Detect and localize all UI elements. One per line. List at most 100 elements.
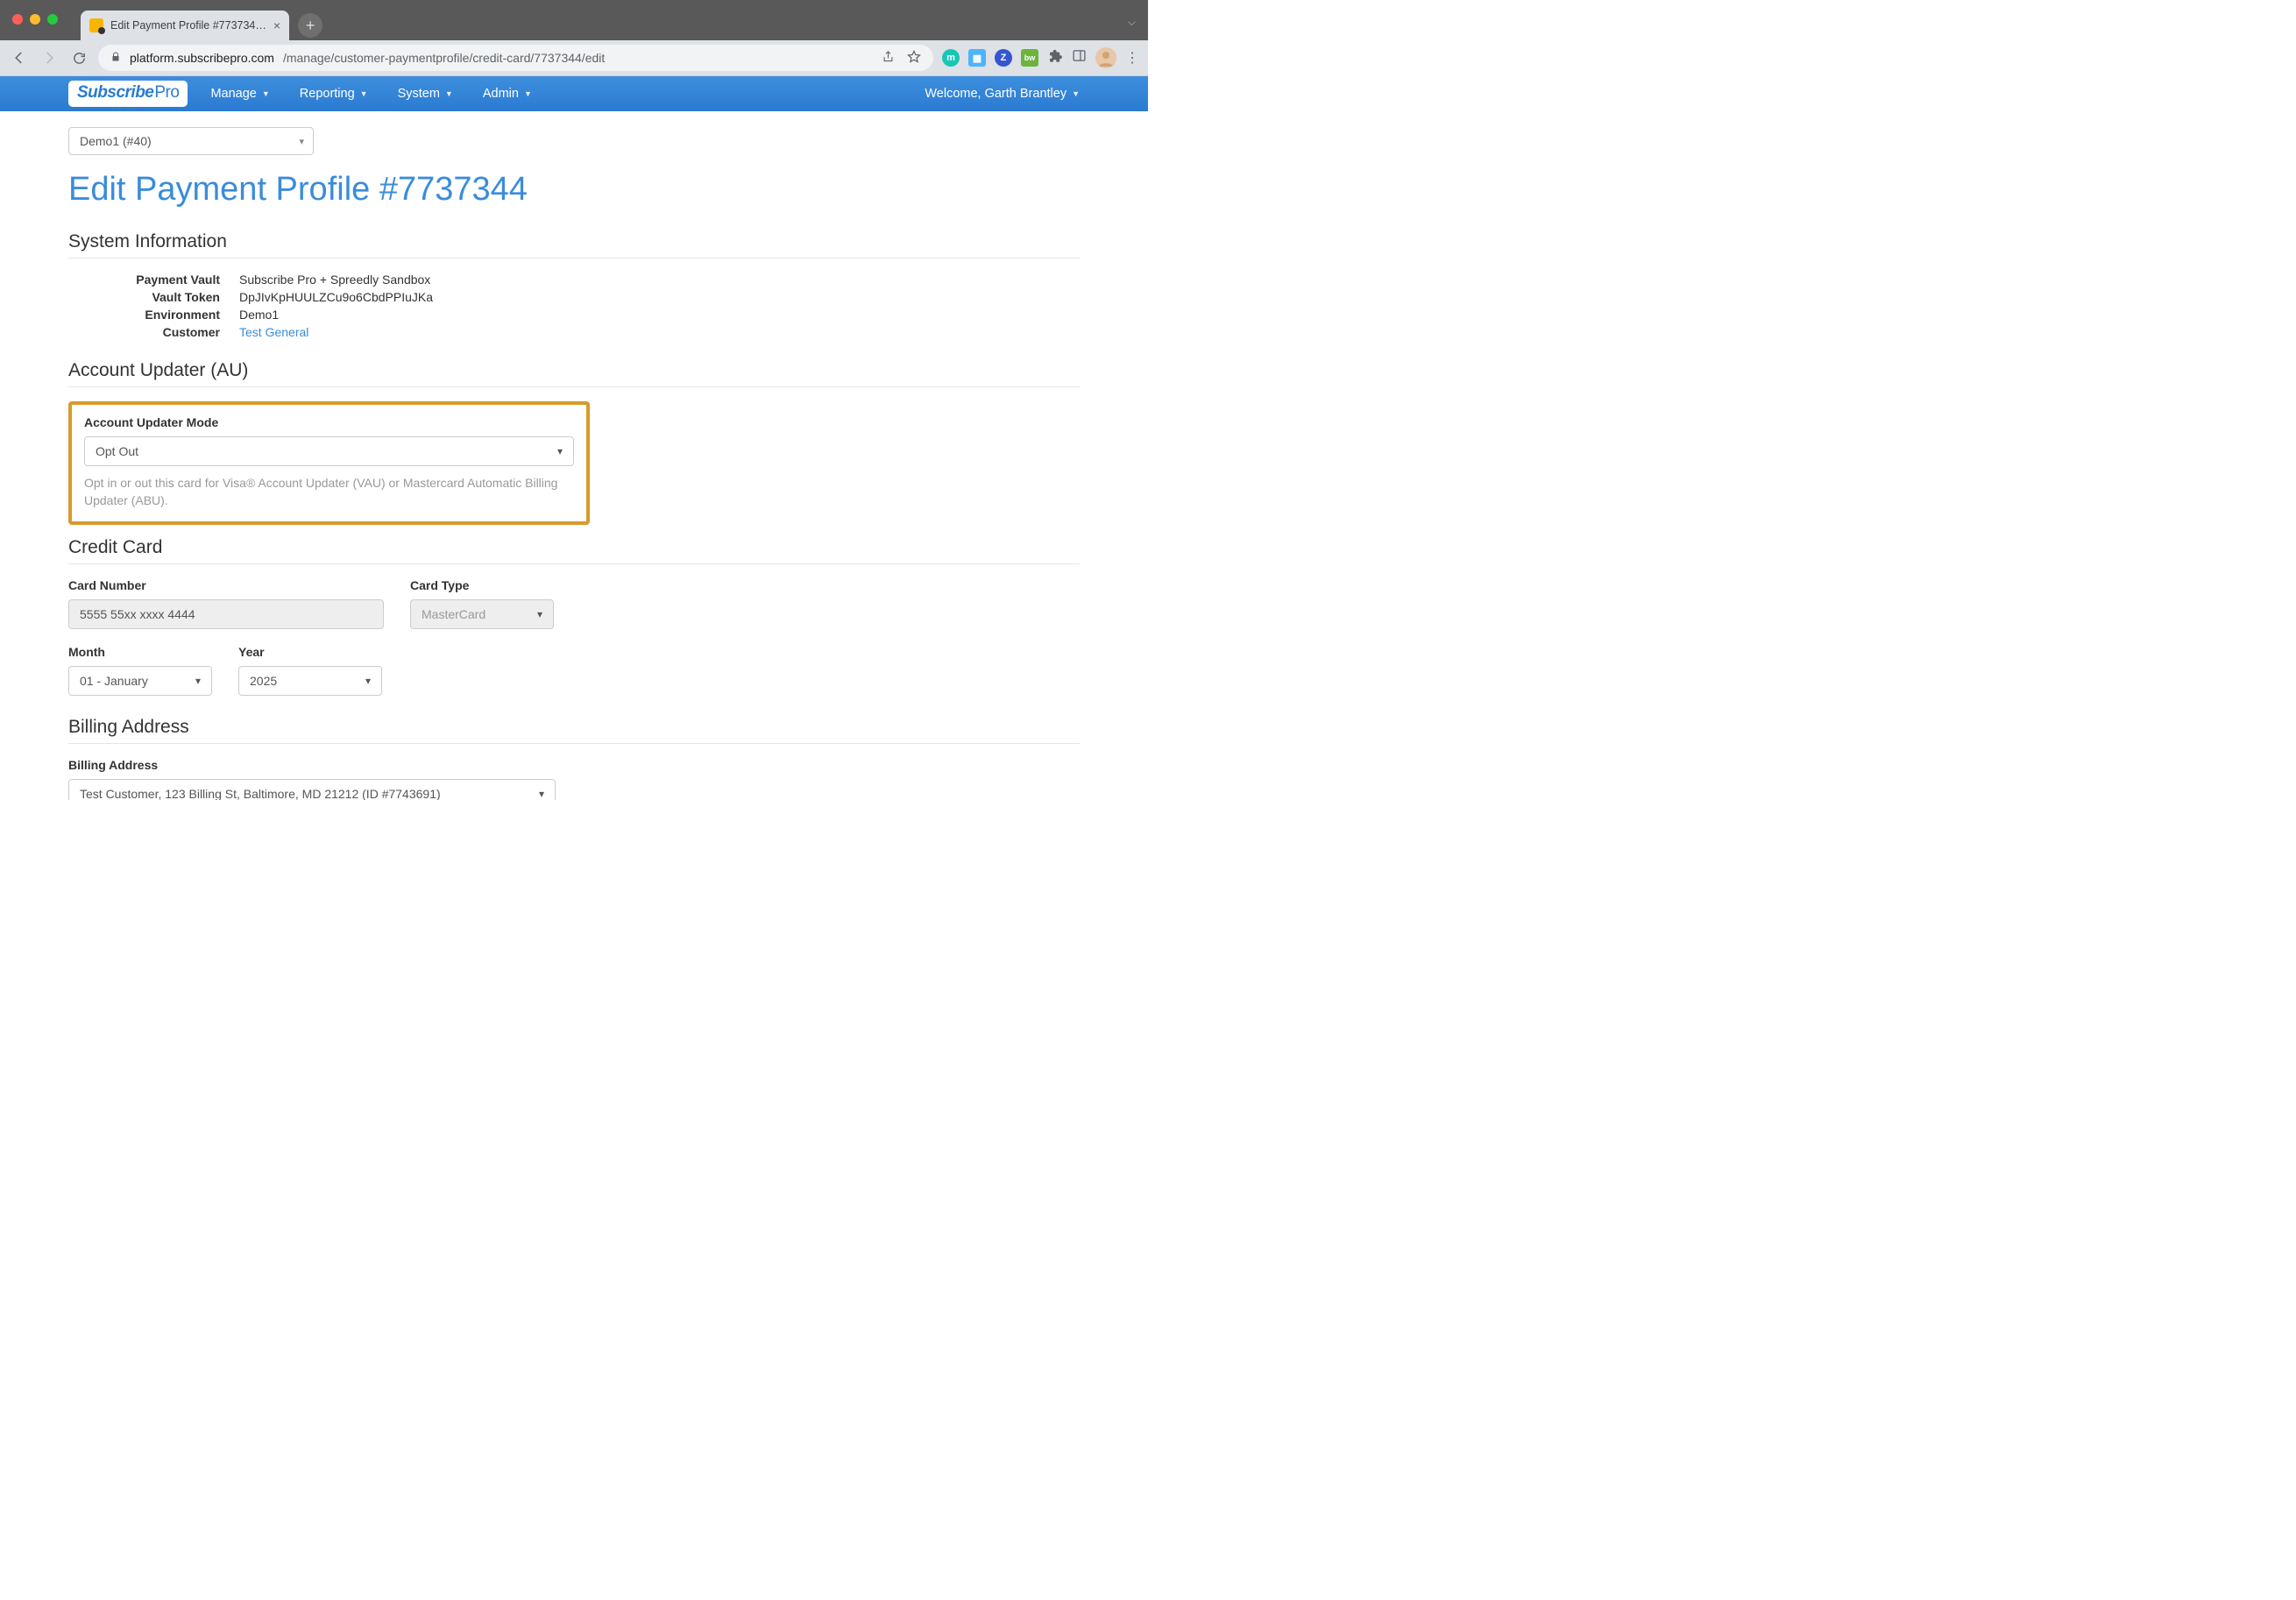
au-mode-label: Account Updater Mode bbox=[84, 415, 574, 429]
nav-item-reporting[interactable]: Reporting ▼ bbox=[293, 87, 375, 101]
section-title-system-info: System Information bbox=[68, 231, 1080, 258]
cc-row-1: Card Number Card Type MasterCard bbox=[68, 578, 1080, 629]
au-mode-value: Opt Out bbox=[96, 444, 138, 458]
billing-address-value: Test Customer, 123 Billing St, Baltimore… bbox=[80, 787, 441, 800]
side-panel-icon[interactable] bbox=[1072, 48, 1087, 67]
info-label: Environment bbox=[68, 308, 239, 322]
window-chrome: Edit Payment Profile #773734… × + ⌵ bbox=[0, 0, 1148, 40]
account-updater-highlight: Account Updater Mode Opt Out Opt in or o… bbox=[68, 401, 590, 525]
chevron-down-icon: ▼ bbox=[262, 89, 270, 98]
month-label: Month bbox=[68, 645, 212, 659]
page-viewport[interactable]: SubscribePro Manage▼ Reporting▼ System▼ … bbox=[0, 75, 1148, 800]
nav-item-manage[interactable]: Manage ▼ bbox=[203, 87, 276, 101]
chevron-down-icon: ▼ bbox=[360, 89, 368, 98]
au-mode-select[interactable]: Opt Out bbox=[84, 436, 574, 466]
reload-icon bbox=[72, 51, 87, 66]
environment-selector[interactable]: Demo1 (#40) bbox=[68, 127, 314, 155]
url-host: platform.subscribepro.com bbox=[130, 51, 274, 65]
reload-button[interactable] bbox=[68, 47, 89, 68]
window-minimize-button[interactable] bbox=[30, 14, 40, 25]
bookmark-star-icon[interactable] bbox=[907, 50, 921, 67]
section-title-account-updater: Account Updater (AU) bbox=[68, 360, 1080, 387]
year-select[interactable]: 2025 bbox=[238, 666, 382, 696]
nav-item-label: Reporting bbox=[300, 87, 355, 101]
share-icon[interactable] bbox=[882, 50, 895, 67]
new-tab-button[interactable]: + bbox=[298, 13, 322, 38]
customer-link[interactable]: Test General bbox=[239, 325, 308, 339]
browser-toolbar: platform.subscribepro.com/manage/custome… bbox=[0, 40, 1148, 75]
lock-icon bbox=[110, 52, 121, 65]
logo-main: Subscribe bbox=[77, 83, 153, 103]
info-row: Payment Vault Subscribe Pro + Spreedly S… bbox=[68, 273, 1080, 287]
info-label: Payment Vault bbox=[68, 273, 239, 287]
nav-item-label: System bbox=[398, 87, 440, 101]
favicon-icon bbox=[89, 18, 103, 32]
chevron-down-icon: ▼ bbox=[445, 89, 453, 98]
logo-suffix: Pro bbox=[154, 83, 179, 103]
info-value: Test General bbox=[239, 325, 308, 339]
extension-icon-2[interactable]: ▦ bbox=[968, 49, 986, 67]
window-maximize-button[interactable] bbox=[47, 14, 58, 25]
extension-icon-3[interactable]: Z bbox=[995, 49, 1012, 67]
window-close-button[interactable] bbox=[12, 14, 23, 25]
billing-address-label: Billing Address bbox=[68, 758, 1080, 772]
info-row: Customer Test General bbox=[68, 325, 1080, 339]
year-label: Year bbox=[238, 645, 382, 659]
info-label: Vault Token bbox=[68, 290, 239, 304]
tab-overflow-button[interactable]: ⌵ bbox=[1128, 16, 1136, 29]
browser-tab-active[interactable]: Edit Payment Profile #773734… × bbox=[81, 11, 289, 40]
card-type-select: MasterCard bbox=[410, 599, 554, 629]
back-button[interactable] bbox=[9, 47, 30, 68]
welcome-text: Welcome, Garth Brantley bbox=[925, 87, 1067, 101]
billing-address-select[interactable]: Test Customer, 123 Billing St, Baltimore… bbox=[68, 779, 556, 800]
info-value: Subscribe Pro + Spreedly Sandbox bbox=[239, 273, 430, 287]
profile-avatar[interactable] bbox=[1095, 47, 1116, 68]
info-value: Demo1 bbox=[239, 308, 279, 322]
extension-icon-1[interactable]: m bbox=[942, 49, 960, 67]
extensions-puzzle-icon[interactable] bbox=[1047, 48, 1063, 68]
page-content: Demo1 (#40) Edit Payment Profile #773734… bbox=[0, 111, 1148, 800]
au-help-text: Opt in or out this card for Visa® Accoun… bbox=[84, 475, 574, 509]
info-row: Environment Demo1 bbox=[68, 308, 1080, 322]
card-type-value: MasterCard bbox=[422, 607, 485, 621]
traffic-lights bbox=[12, 14, 58, 25]
url-path: /manage/customer-paymentprofile/credit-c… bbox=[283, 51, 605, 65]
cc-row-2: Month 01 - January Year 2025 bbox=[68, 645, 1080, 696]
chevron-down-icon: ▼ bbox=[524, 89, 532, 98]
tab-close-button[interactable]: × bbox=[273, 18, 280, 32]
forward-button[interactable] bbox=[39, 47, 60, 68]
extension-icons: m ▦ Z bw ⋮ bbox=[942, 47, 1139, 68]
app-logo[interactable]: SubscribePro bbox=[68, 81, 188, 107]
environment-selector-value: Demo1 (#40) bbox=[80, 134, 152, 148]
browser-menu-button[interactable]: ⋮ bbox=[1125, 49, 1139, 67]
section-title-credit-card: Credit Card bbox=[68, 537, 1080, 564]
card-number-input bbox=[68, 599, 384, 629]
address-bar[interactable]: platform.subscribepro.com/manage/custome… bbox=[98, 45, 933, 71]
tab-title: Edit Payment Profile #773734… bbox=[110, 19, 266, 32]
extension-icon-4[interactable]: bw bbox=[1021, 49, 1038, 67]
tab-strip: Edit Payment Profile #773734… × + bbox=[81, 0, 322, 40]
nav-item-label: Admin bbox=[483, 87, 519, 101]
arrow-left-icon bbox=[11, 50, 27, 66]
system-info-grid: Payment Vault Subscribe Pro + Spreedly S… bbox=[68, 273, 1080, 339]
info-value: DpJIvKpHUULZCu9o6CbdPPIuJKa bbox=[239, 290, 433, 304]
month-field: Month 01 - January bbox=[68, 645, 212, 696]
nav-item-system[interactable]: System ▼ bbox=[391, 87, 460, 101]
app-navbar: SubscribePro Manage▼ Reporting▼ System▼ … bbox=[0, 76, 1148, 111]
year-value: 2025 bbox=[250, 674, 277, 688]
card-type-label: Card Type bbox=[410, 578, 554, 592]
page-title: Edit Payment Profile #7737344 bbox=[68, 171, 1080, 209]
month-value: 01 - January bbox=[80, 674, 148, 688]
arrow-right-icon bbox=[41, 50, 57, 66]
card-number-label: Card Number bbox=[68, 578, 384, 592]
info-label: Customer bbox=[68, 325, 239, 339]
year-field: Year 2025 bbox=[238, 645, 382, 696]
card-type-field: Card Type MasterCard bbox=[410, 578, 554, 629]
card-number-field: Card Number bbox=[68, 578, 384, 629]
chevron-down-icon: ▼ bbox=[1072, 89, 1080, 98]
month-select[interactable]: 01 - January bbox=[68, 666, 212, 696]
nav-item-label: Manage bbox=[210, 87, 256, 101]
section-title-billing: Billing Address bbox=[68, 717, 1080, 744]
nav-welcome-menu[interactable]: Welcome, Garth Brantley ▼ bbox=[918, 87, 1148, 101]
nav-item-admin[interactable]: Admin ▼ bbox=[476, 87, 539, 101]
